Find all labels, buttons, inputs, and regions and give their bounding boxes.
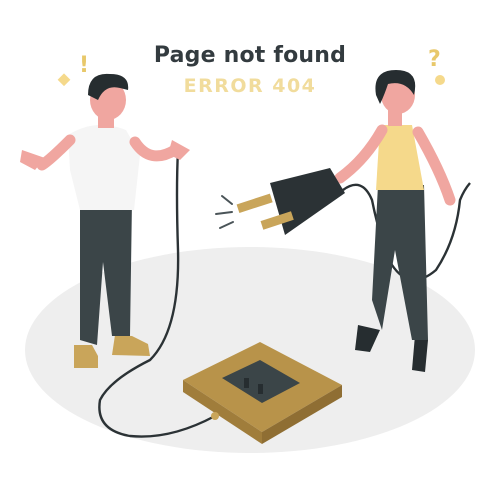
page-title: Page not found: [153, 43, 347, 68]
exclamation-sparkle: [57, 73, 71, 87]
error-404-illustration: Page not found ERROR 404 ! ?: [0, 0, 500, 500]
question-sparkle: [435, 75, 445, 85]
question-mark: ?: [428, 47, 441, 72]
power-plug-icon: [236, 168, 345, 235]
exclamation-mark: !: [79, 53, 90, 78]
error-code: ERROR 404: [183, 75, 317, 97]
cable-joint: [211, 412, 219, 420]
spark-lines-icon: [215, 195, 234, 229]
